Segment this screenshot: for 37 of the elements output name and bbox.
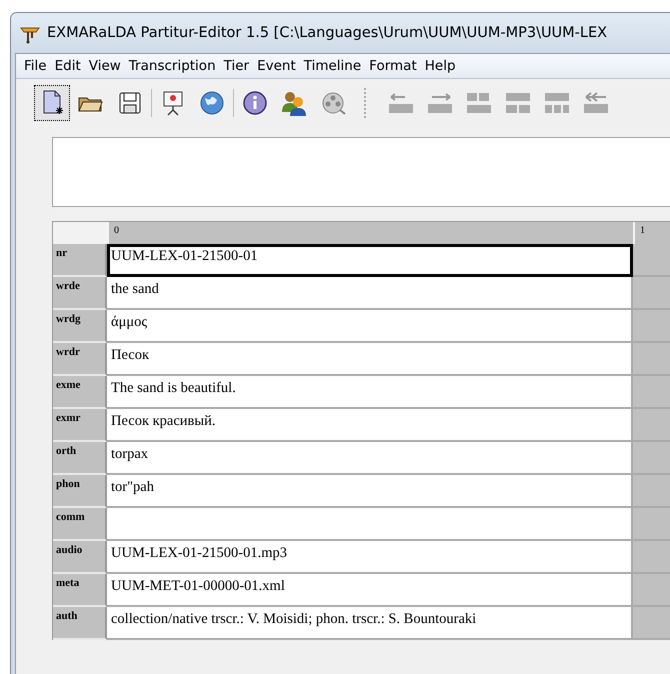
event-cell[interactable]: collection/native trscr.: V. Moisidi; phon. trscr.: S. Bountouraki bbox=[107, 607, 633, 640]
event-cell[interactable]: UUM-LEX-01-21500-01 bbox=[107, 244, 633, 277]
column-header[interactable]: 1 bbox=[633, 222, 670, 244]
event-cell[interactable]: UUM-MET-01-00000-01.xml bbox=[107, 574, 633, 607]
tier-label[interactable]: audio bbox=[53, 541, 107, 574]
tier-label[interactable]: phon bbox=[53, 475, 107, 508]
tier-label[interactable]: auth bbox=[53, 607, 107, 640]
event-cell[interactable]: torpax bbox=[107, 442, 633, 475]
menu-item[interactable]: Timeline bbox=[300, 58, 366, 74]
menu-item[interactable]: Edit bbox=[50, 58, 85, 74]
event-cell[interactable]: the sand bbox=[107, 277, 633, 310]
tier-label[interactable]: comm bbox=[53, 508, 107, 541]
event-cell[interactable]: tor"pah bbox=[107, 475, 633, 508]
tier-label[interactable]: wrdg bbox=[53, 310, 107, 343]
event-cell[interactable]: The sand is beautiful. bbox=[107, 376, 633, 409]
tier-label[interactable]: orth bbox=[53, 442, 107, 475]
event-cell[interactable]: Песок bbox=[107, 343, 633, 376]
tier-label[interactable]: wrdr bbox=[53, 343, 107, 376]
menu-item[interactable]: Help bbox=[420, 58, 460, 74]
window-title: EXMARaLDA Partitur-Editor 1.5 [C:\Languages\Urum\UUM\UUM-MP3\UUM-LEX bbox=[47, 25, 608, 41]
event-cell[interactable]: Песок красивый. bbox=[107, 409, 633, 442]
text-area[interactable] bbox=[52, 137, 670, 207]
menu-item[interactable]: Tier bbox=[220, 58, 254, 74]
event-cell[interactable]: UUM-LEX-01-21500-01.mp3 bbox=[107, 541, 633, 574]
event-cell[interactable]: άμμος bbox=[107, 310, 633, 343]
menu-item[interactable]: Event bbox=[253, 58, 300, 74]
menu-item[interactable]: View bbox=[84, 58, 125, 74]
column-header[interactable]: 0 bbox=[107, 222, 633, 244]
tier-label[interactable]: meta bbox=[53, 574, 107, 607]
tier-label[interactable]: exmr bbox=[53, 409, 107, 442]
menu-item[interactable]: Transcription bbox=[124, 58, 220, 74]
tier-label[interactable]: wrde bbox=[53, 277, 107, 310]
menu-item[interactable]: File bbox=[20, 58, 51, 74]
event-cell[interactable] bbox=[107, 508, 633, 541]
tier-label[interactable]: exme bbox=[53, 376, 107, 409]
tier-label[interactable]: nr bbox=[53, 244, 107, 277]
menu-item[interactable]: Format bbox=[365, 58, 421, 74]
